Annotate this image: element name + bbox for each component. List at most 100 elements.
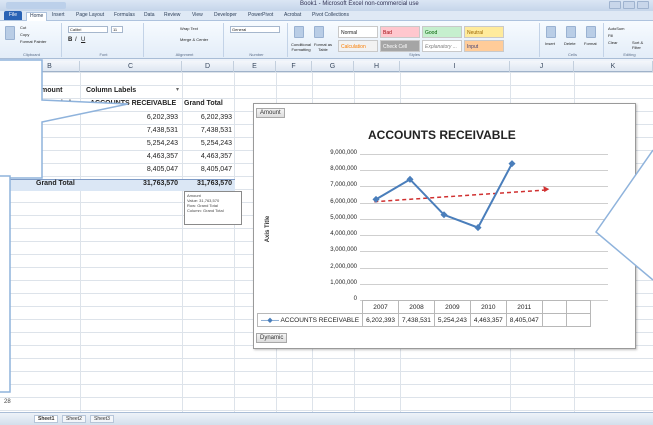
pivot-column-labels[interactable]: Column Labels xyxy=(86,87,136,94)
pivot-row-labels[interactable]: Row Labels xyxy=(36,100,75,107)
delete-cells-icon[interactable] xyxy=(566,26,576,38)
underline-icon[interactable]: U xyxy=(81,37,85,43)
editing-label: Editing xyxy=(623,52,636,57)
chart-gridline xyxy=(360,154,608,155)
col-header-c[interactable]: C xyxy=(80,61,182,72)
tab-developer[interactable]: Developer xyxy=(214,12,237,18)
style-neutral[interactable]: Neutral xyxy=(464,26,504,38)
tab-insert[interactable]: Insert xyxy=(52,12,65,18)
clear-button[interactable]: Clear xyxy=(608,40,618,45)
minimize-icon[interactable] xyxy=(609,1,621,9)
style-explanatory[interactable]: Explanatory ... xyxy=(422,40,462,52)
conditional-formatting-icon[interactable] xyxy=(294,26,304,38)
col-header-e[interactable]: E xyxy=(234,61,276,72)
autosum-button[interactable]: AutoSum xyxy=(608,26,624,31)
chart-field-button-dynamic[interactable]: Dynamic xyxy=(256,333,288,343)
bold-icon[interactable]: B xyxy=(68,37,72,43)
sheet-tab-3[interactable]: Sheet3 xyxy=(90,415,114,423)
wrap-text-button[interactable]: Wrap Text xyxy=(180,26,198,31)
chart-title[interactable]: ACCOUNTS RECEIVABLE xyxy=(368,128,516,142)
pivot-total[interactable]: 6,202,393 xyxy=(178,114,232,121)
pivot-grand-total-value[interactable]: 31,763,570 xyxy=(120,180,178,187)
col-header-j[interactable]: J xyxy=(510,61,574,72)
conditional-formatting-button[interactable]: Conditional Formatting xyxy=(290,42,312,52)
data-table-value: 5,254,243 xyxy=(433,313,471,327)
ribbon-tabs: File Home Insert Page Layout Formulas Da… xyxy=(0,11,653,21)
pivot-total[interactable]: 8,405,047 xyxy=(178,166,232,173)
pivot-total[interactable]: 4,463,357 xyxy=(178,153,232,160)
col-header-f[interactable]: F xyxy=(276,61,312,72)
tab-pivot-collections[interactable]: Pivot Collections xyxy=(312,12,349,18)
tab-review[interactable]: Review xyxy=(164,12,180,18)
insert-button[interactable]: Insert xyxy=(545,41,555,46)
style-check-cell[interactable]: Check Cell xyxy=(380,40,420,52)
sort-filter-button[interactable]: Sort & Filter xyxy=(632,40,653,50)
pivot-value[interactable]: 7,438,531 xyxy=(120,127,178,134)
style-input[interactable]: Input xyxy=(464,40,504,52)
col-header-k[interactable]: K xyxy=(574,61,653,72)
chart-gridline xyxy=(360,283,608,285)
chart-field-button-amount[interactable]: Amount xyxy=(256,108,285,118)
sheet-tab-2[interactable]: Sheet2 xyxy=(62,415,86,423)
pivot-value-field[interactable]: Amount xyxy=(36,87,62,94)
font-group: Calibri 11 B I U Font xyxy=(64,23,144,57)
cell-tooltip: Amount Value: 31,763,570 Row: Grand Tota… xyxy=(184,191,242,225)
merge-center-button[interactable]: Merge & Center xyxy=(180,37,208,42)
format-cells-icon[interactable] xyxy=(586,26,596,38)
styles-group: Conditional Formatting Format as Table N… xyxy=(290,23,540,57)
fill-button[interactable]: Fill xyxy=(608,33,613,38)
format-table-icon[interactable] xyxy=(314,26,324,38)
col-header-b[interactable]: B xyxy=(20,61,80,72)
insert-cells-icon[interactable] xyxy=(546,26,556,38)
tab-formulas[interactable]: Formulas xyxy=(114,12,135,18)
style-normal[interactable]: Normal xyxy=(338,26,378,38)
pivot-account-header[interactable]: ACCOUNTS RECEIVABLE xyxy=(90,100,176,107)
pivot-grand-total-cell[interactable]: 31,763,570 xyxy=(178,180,232,187)
delete-button[interactable]: Delete xyxy=(564,41,576,46)
sheet-tab-1[interactable]: Sheet1 xyxy=(34,415,59,423)
maximize-icon[interactable] xyxy=(623,1,635,9)
tab-data[interactable]: Data xyxy=(144,12,155,18)
tab-view[interactable]: View xyxy=(192,12,203,18)
close-icon[interactable] xyxy=(637,1,649,9)
format-table-button[interactable]: Format as Table xyxy=(312,42,334,52)
filter-dropdown-icon[interactable]: ▾ xyxy=(176,86,179,93)
pivot-grand-total-label: Grand Total xyxy=(36,180,75,187)
tab-acrobat[interactable]: Acrobat xyxy=(284,12,301,18)
pivot-value[interactable]: 6,202,393 xyxy=(120,114,178,121)
pivot-value[interactable]: 5,254,243 xyxy=(120,140,178,147)
format-painter-button[interactable]: Format Painter xyxy=(20,39,46,44)
col-header-d[interactable]: D xyxy=(182,61,234,72)
col-header-g[interactable]: G xyxy=(312,61,354,72)
pivot-value[interactable]: 4,463,357 xyxy=(120,153,178,160)
data-table-value: 4,463,357 xyxy=(469,313,507,327)
col-header-i[interactable]: I xyxy=(400,61,510,72)
data-table-year: 2007 xyxy=(362,300,399,314)
select-all-corner[interactable] xyxy=(0,61,20,72)
quick-access-toolbar[interactable] xyxy=(6,2,66,9)
data-table-value: 7,438,531 xyxy=(398,313,435,327)
tab-page-layout[interactable]: Page Layout xyxy=(76,12,104,18)
font-name-select[interactable]: Calibri xyxy=(68,26,108,33)
paste-icon[interactable] xyxy=(5,26,15,40)
pivot-value[interactable]: 8,405,047 xyxy=(120,166,178,173)
copy-button[interactable]: Copy xyxy=(20,32,29,37)
cut-button[interactable]: Cut xyxy=(20,25,26,30)
col-header-h[interactable]: H xyxy=(354,61,400,72)
style-bad[interactable]: Bad xyxy=(380,26,420,38)
number-format-select[interactable]: General xyxy=(230,26,280,33)
tab-home[interactable]: Home xyxy=(26,12,48,21)
pivot-total[interactable]: 7,438,531 xyxy=(178,127,232,134)
font-size-select[interactable]: 11 xyxy=(111,26,123,33)
style-calculation[interactable]: Calculation xyxy=(338,40,378,52)
y-tick-label: 2,000,000 xyxy=(330,263,357,270)
y-axis-title[interactable]: Axis Title xyxy=(265,209,271,249)
format-button[interactable]: Format xyxy=(584,41,597,46)
tab-powerpivot[interactable]: PowerPivot xyxy=(248,12,273,18)
column-headers: B C D E F G H I J K xyxy=(0,61,653,72)
style-good[interactable]: Good xyxy=(422,26,462,38)
italic-icon[interactable]: I xyxy=(75,37,77,43)
data-table-series-row: —◆— ACCOUNTS RECEIVABLE 6,202,393 7,438,… xyxy=(256,313,591,327)
pivot-total[interactable]: 5,254,243 xyxy=(178,140,232,147)
tab-file[interactable]: File xyxy=(4,11,22,20)
